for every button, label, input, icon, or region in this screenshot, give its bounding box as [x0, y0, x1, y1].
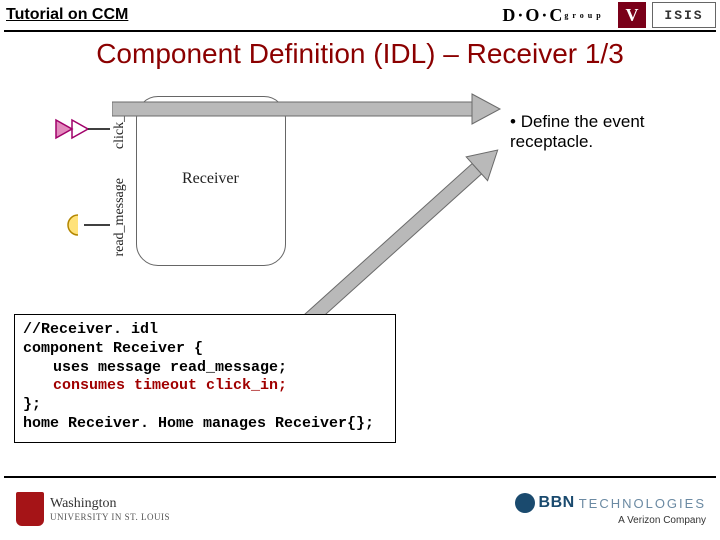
isis-logo: ISIS — [652, 2, 716, 28]
header-title: Tutorial on CCM — [6, 6, 128, 24]
event-sink-port-icon — [54, 116, 110, 142]
bbn-sub: A Verizon Company — [515, 515, 706, 526]
footer-bbn: BBN TECHNOLOGIES A Verizon Company — [515, 493, 706, 526]
code-line-5: }; — [23, 396, 387, 415]
bullet-text: • Define the event receptacle. — [510, 112, 710, 152]
footer-wustl: Washington UNIVERSITY IN ST. LOUIS — [16, 492, 170, 526]
callout-arrow-bottom — [300, 128, 550, 338]
wustl-line1: Washington — [50, 496, 170, 512]
port-label-click-in: click_in — [112, 104, 128, 149]
code-line-3: uses message read_message; — [23, 359, 387, 378]
code-line-4: consumes timeout click_in; — [23, 377, 387, 396]
wustl-shield-icon — [16, 492, 44, 526]
v-shield-logo: V — [618, 2, 646, 28]
bbn-brand: BBN — [539, 494, 575, 512]
code-line-1: //Receiver. idl — [23, 321, 387, 340]
wustl-line2: UNIVERSITY IN ST. LOUIS — [50, 512, 170, 522]
header-divider — [4, 30, 716, 32]
idl-code-box: //Receiver. idl component Receiver { use… — [14, 314, 396, 443]
doc-logo: D·O·C g r o u p — [492, 2, 612, 28]
footer-divider — [4, 476, 716, 478]
component-diagram: Receiver click_in read_message — [32, 84, 302, 284]
receptacle-port-icon — [62, 212, 110, 238]
doc-logo-super: g r o u p — [564, 11, 601, 20]
doc-logo-text: D·O·C — [502, 5, 564, 26]
header-logos: D·O·C g r o u p V ISIS — [492, 2, 716, 28]
header-bar: Tutorial on CCM D·O·C g r o u p V ISIS — [0, 0, 720, 30]
bbn-row: BBN TECHNOLOGIES — [515, 493, 706, 513]
bbn-brand2: TECHNOLOGIES — [579, 496, 706, 511]
code-line-2: component Receiver { — [23, 340, 387, 359]
bbn-globe-icon — [515, 493, 535, 513]
wustl-text-block: Washington UNIVERSITY IN ST. LOUIS — [50, 496, 170, 522]
slide-title: Component Definition (IDL) – Receiver 1/… — [0, 38, 720, 70]
port-label-read-message: read_message — [112, 178, 128, 257]
code-line-6: home Receiver. Home manages Receiver{}; — [23, 415, 387, 434]
bullet-content: Define the event receptacle. — [510, 112, 645, 151]
component-label: Receiver — [182, 170, 239, 188]
